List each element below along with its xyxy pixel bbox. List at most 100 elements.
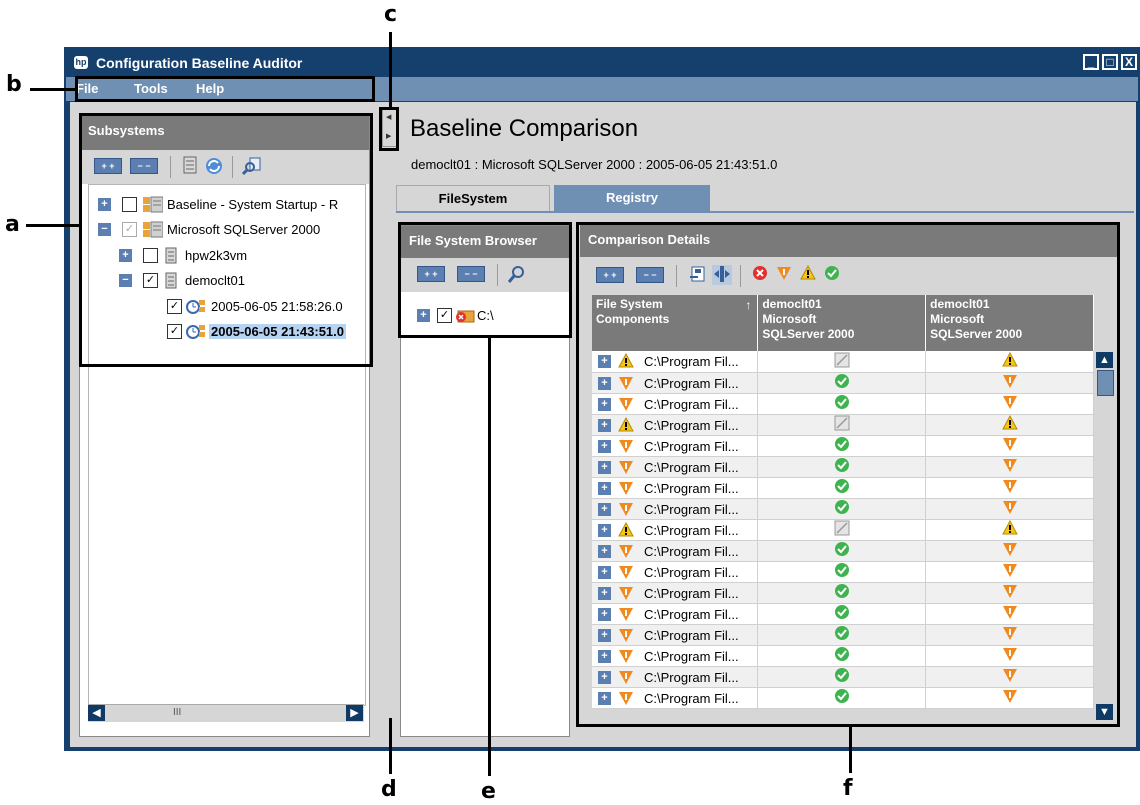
- tree-item-sqlserver[interactable]: − ✓ Microsoft SQLServer 2000: [89, 220, 365, 240]
- component-cell[interactable]: + C:\Program Fil...: [592, 687, 759, 709]
- horizontal-scrollbar[interactable]: ◀ III ▶: [88, 704, 364, 722]
- menu-help[interactable]: Help: [196, 81, 224, 96]
- expand-toggle[interactable]: +: [598, 670, 611, 684]
- status-cell-a[interactable]: [757, 624, 927, 646]
- table-row[interactable]: + C:\Program Fil...: [592, 456, 1094, 478]
- expand-toggle[interactable]: +: [598, 481, 611, 495]
- table-row[interactable]: + C:\Program Fil...: [592, 540, 1094, 562]
- vertical-scrollbar[interactable]: ▲ ▼: [1096, 352, 1114, 722]
- expand-toggle[interactable]: +: [598, 418, 611, 432]
- expand-toggle[interactable]: +: [598, 376, 611, 390]
- table-row[interactable]: + C:\Program Fil...: [592, 351, 1094, 373]
- status-cell-b[interactable]: [925, 435, 1094, 457]
- table-row[interactable]: + C:\Program Fil...: [592, 666, 1094, 688]
- status-cell-b[interactable]: [925, 498, 1094, 520]
- warning-filter-icon[interactable]: [798, 264, 818, 285]
- minimize-button[interactable]: _: [1083, 54, 1099, 70]
- scroll-right-icon[interactable]: ▶: [346, 705, 363, 721]
- table-row[interactable]: + C:\Program Fil...: [592, 498, 1094, 520]
- tree-checkbox[interactable]: ✓: [167, 324, 182, 339]
- status-cell-a[interactable]: [757, 561, 927, 583]
- table-row[interactable]: + C:\Program Fil...: [592, 603, 1094, 625]
- scroll-down-icon[interactable]: ▼: [1096, 704, 1113, 720]
- table-row[interactable]: + C:\Program Fil...: [592, 582, 1094, 604]
- component-cell[interactable]: + C:\Program Fil...: [592, 393, 759, 415]
- scroll-thumb[interactable]: III: [173, 707, 181, 718]
- scroll-up-icon[interactable]: ▲: [1096, 352, 1113, 368]
- tree-checkbox[interactable]: ✓: [122, 222, 137, 237]
- column-header-components[interactable]: File System Components ↑: [592, 295, 759, 351]
- status-cell-b[interactable]: [925, 372, 1094, 394]
- table-row[interactable]: + C:\Program Fil...: [592, 645, 1094, 667]
- status-cell-b[interactable]: [925, 456, 1094, 478]
- table-row[interactable]: + C:\Program Fil...: [592, 393, 1094, 415]
- status-cell-b[interactable]: [925, 561, 1094, 583]
- close-button[interactable]: X: [1121, 54, 1137, 70]
- status-cell-b[interactable]: [925, 351, 1094, 373]
- tree-checkbox[interactable]: ✓: [167, 299, 182, 314]
- column-header-democlt01-a[interactable]: democlt01 Microsoft SQLServer 2000: [757, 295, 927, 351]
- tree-checkbox[interactable]: [122, 197, 137, 212]
- status-cell-a[interactable]: [757, 435, 927, 457]
- component-cell[interactable]: + C:\Program Fil...: [592, 477, 759, 499]
- expand-toggle[interactable]: +: [598, 397, 611, 411]
- component-cell[interactable]: + C:\Program Fil...: [592, 666, 759, 688]
- component-cell[interactable]: + C:\Program Fil...: [592, 603, 759, 625]
- status-cell-a[interactable]: [757, 477, 927, 499]
- tree-item-snapshot-1[interactable]: ✓ 2005-06-05 21:58:26.0: [89, 297, 365, 317]
- table-row[interactable]: + C:\Program Fil...: [592, 624, 1094, 646]
- error-filter-icon[interactable]: [750, 265, 770, 285]
- expand-toggle[interactable]: +: [598, 565, 611, 579]
- status-cell-a[interactable]: [757, 414, 927, 436]
- table-row[interactable]: + C:\Program Fil...: [592, 435, 1094, 457]
- expand-toggle[interactable]: +: [598, 502, 611, 516]
- status-cell-b[interactable]: [925, 603, 1094, 625]
- expand-toggle[interactable]: +: [598, 355, 611, 368]
- table-row[interactable]: + C:\Program Fil...: [592, 372, 1094, 394]
- collapse-pane-handle[interactable]: ◀ ▶: [382, 109, 397, 147]
- component-cell[interactable]: + C:\Program Fil...: [592, 645, 759, 667]
- tab-registry[interactable]: Registry: [554, 185, 710, 211]
- table-row[interactable]: + C:\Program Fil...: [592, 519, 1094, 541]
- component-cell[interactable]: + C:\Program Fil...: [592, 372, 759, 394]
- table-row[interactable]: + C:\Program Fil...: [592, 687, 1094, 709]
- collapse-all-button[interactable]: − −: [636, 267, 664, 283]
- menu-tools[interactable]: Tools: [134, 81, 168, 96]
- component-cell[interactable]: + C:\Program Fil...: [592, 456, 759, 478]
- compare-columns-icon[interactable]: [712, 265, 732, 285]
- component-cell[interactable]: + C:\Program Fil...: [592, 414, 759, 436]
- tree-item-democlt01[interactable]: − ✓ democlt01: [89, 271, 365, 291]
- maximize-button[interactable]: □: [1102, 54, 1118, 70]
- component-cell[interactable]: + C:\Program Fil...: [592, 435, 759, 457]
- scroll-left-icon[interactable]: ◀: [88, 705, 105, 721]
- status-cell-a[interactable]: [757, 351, 927, 373]
- status-cell-b[interactable]: [925, 540, 1094, 562]
- expand-toggle[interactable]: +: [598, 628, 611, 642]
- expand-toggle[interactable]: +: [598, 439, 611, 453]
- status-cell-b[interactable]: [925, 414, 1094, 436]
- status-cell-a[interactable]: [757, 372, 927, 394]
- status-cell-b[interactable]: [925, 582, 1094, 604]
- tree-checkbox[interactable]: ✓: [437, 308, 452, 323]
- status-cell-b[interactable]: [925, 624, 1094, 646]
- expand-toggle[interactable]: +: [417, 309, 430, 322]
- table-row[interactable]: + C:\Program Fil...: [592, 561, 1094, 583]
- tree-item-hpw2k3vm[interactable]: + hpw2k3vm: [89, 246, 365, 266]
- status-cell-a[interactable]: [757, 603, 927, 625]
- component-cell[interactable]: + C:\Program Fil...: [592, 582, 759, 604]
- status-cell-b[interactable]: [925, 645, 1094, 667]
- tree-checkbox[interactable]: ✓: [143, 273, 158, 288]
- expand-all-button[interactable]: + +: [417, 266, 445, 282]
- scroll-thumb[interactable]: [1097, 370, 1114, 396]
- expand-toggle[interactable]: +: [598, 460, 611, 474]
- tree-item-drive-c[interactable]: + ✓ C:\: [417, 306, 557, 326]
- expand-all-button[interactable]: + +: [596, 267, 624, 283]
- pane-splitter[interactable]: [372, 102, 384, 747]
- expand-toggle[interactable]: +: [598, 607, 611, 621]
- component-cell[interactable]: + C:\Program Fil...: [592, 561, 759, 583]
- status-cell-a[interactable]: [757, 519, 927, 541]
- tree-checkbox[interactable]: [143, 248, 158, 263]
- server-icon[interactable]: [180, 156, 200, 176]
- status-cell-a[interactable]: [757, 666, 927, 688]
- collapse-right-icon[interactable]: ▶: [386, 132, 391, 140]
